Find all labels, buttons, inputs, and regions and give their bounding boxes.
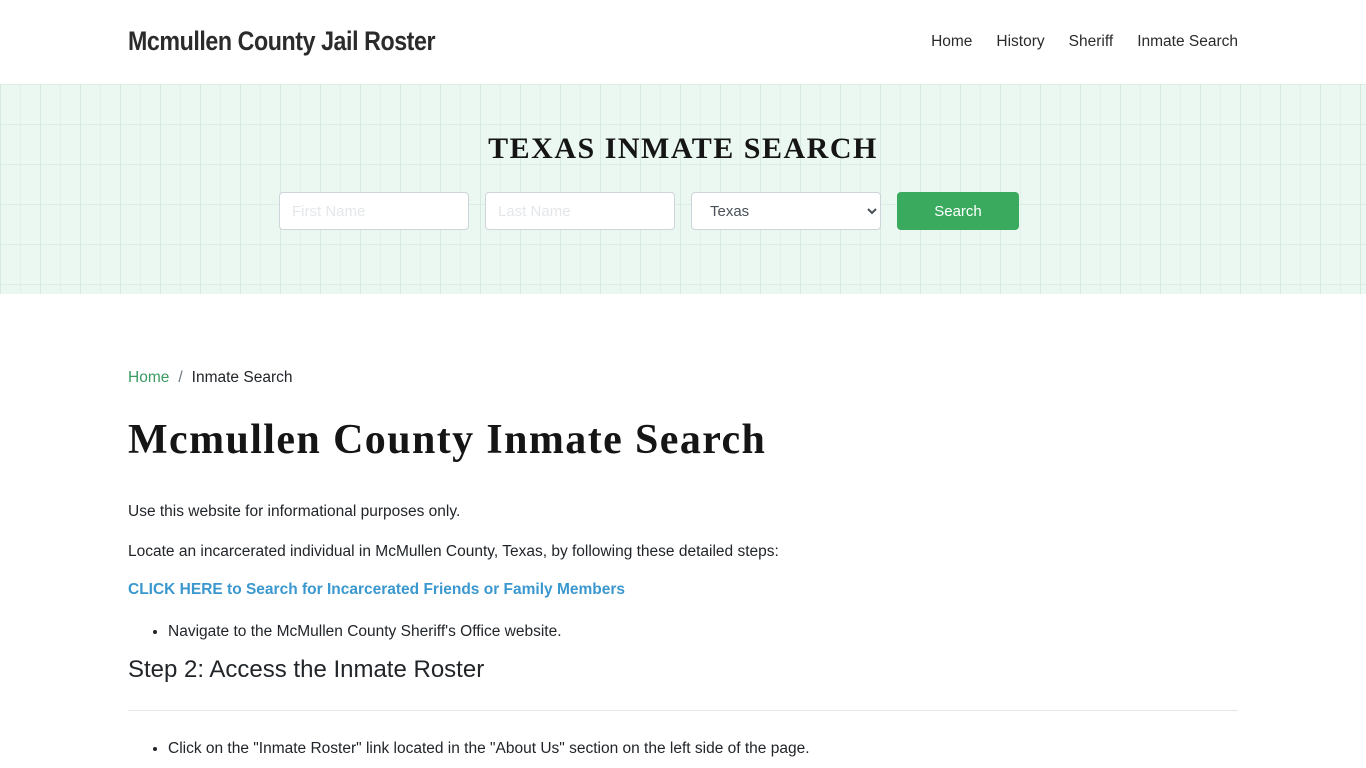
nav-history[interactable]: History [996,33,1044,51]
list-item: Navigate to the McMullen County Sheriff'… [168,621,562,643]
search-button[interactable]: Search [897,192,1019,230]
list-item: Click on the "Inmate Roster" link locate… [168,738,810,760]
first-name-input[interactable] [279,192,469,230]
step2-heading: Step 2: Access the Inmate Roster [128,656,485,683]
step2-list: Click on the "Inmate Roster" link locate… [150,738,810,760]
disclaimer-text: Use this website for informational purpo… [128,503,461,520]
search-cta-link[interactable]: CLICK HERE to Search for Incarcerated Fr… [128,581,625,599]
search-form: Texas Search [279,192,1019,230]
nav-sheriff[interactable]: Sheriff [1069,33,1114,51]
divider [128,710,1238,711]
breadcrumb-home[interactable]: Home [128,369,169,387]
main-content: Home / Inmate Search Mcmullen County Inm… [128,294,1238,757]
step1-list: Navigate to the McMullen County Sheriff'… [150,621,562,643]
state-select[interactable]: Texas [691,192,881,230]
breadcrumb-separator: / [178,369,183,386]
page-title: Mcmullen County Inmate Search [128,417,767,463]
nav-inmate-search[interactable]: Inmate Search [1137,33,1238,51]
main-nav: Home History Sheriff Inmate Search [931,33,1238,51]
intro-text: Locate an incarcerated individual in McM… [128,543,779,560]
site-header: Mcmullen County Jail Roster Home History… [0,0,1366,84]
search-hero: TEXAS INMATE SEARCH Texas Search [0,84,1366,294]
breadcrumb: Home / Inmate Search [128,369,1238,387]
nav-home[interactable]: Home [931,33,972,51]
last-name-input[interactable] [485,192,675,230]
hero-title: TEXAS INMATE SEARCH [488,132,878,165]
site-brand[interactable]: Mcmullen County Jail Roster [128,26,436,57]
breadcrumb-current: Inmate Search [191,369,293,386]
